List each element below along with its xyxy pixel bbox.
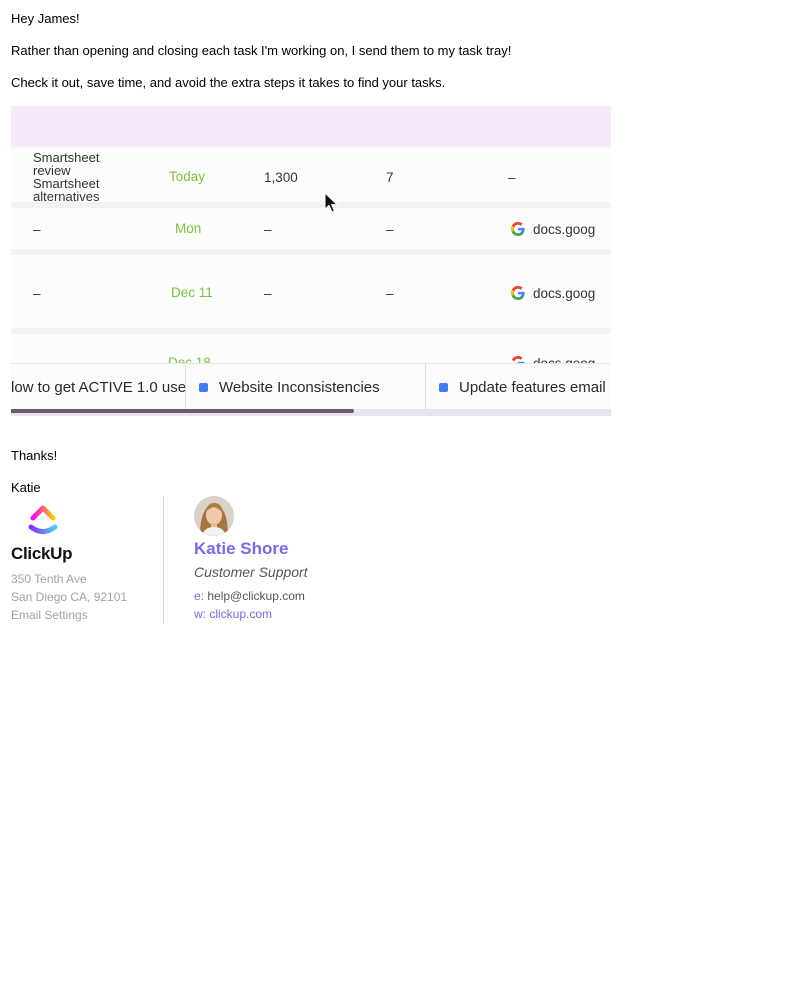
address-line-1: 350 Tenth Ave	[11, 572, 87, 586]
doc-cell: –	[508, 170, 516, 185]
tray-task[interactable]: Update features email	[439, 364, 611, 410]
tray-task-label: Update features email	[459, 378, 606, 396]
task-name: –	[33, 286, 41, 301]
tray-task[interactable]: Website Inconsistencies	[199, 364, 425, 410]
greeting: Hey James!	[11, 11, 80, 26]
signature-company-block: ClickUp 350 Tenth Ave San Diego CA, 9210…	[11, 496, 164, 624]
tray-task-label: Website Inconsistencies	[219, 378, 380, 396]
tray-divider	[185, 364, 186, 410]
tray-task[interactable]: low to get ACTIVE 1.0 use	[11, 364, 185, 410]
signature-email-line: e: help@clickup.com	[194, 589, 305, 603]
due-date: Dec 11	[171, 285, 213, 300]
tray-scrollbar-thumb[interactable]	[11, 409, 354, 413]
google-icon	[511, 286, 525, 300]
doc-link-label: docs.goog	[533, 285, 596, 301]
table-row	[11, 149, 611, 202]
thanks: Thanks!	[11, 448, 58, 463]
value-cell: –	[386, 222, 394, 237]
body-paragraph-2: Check it out, save time, and avoid the e…	[11, 75, 446, 90]
clickup-logo-icon	[28, 505, 58, 534]
task-status-icon	[439, 382, 448, 392]
value-cell: 1,300	[264, 170, 298, 185]
doc-link[interactable]: docs.goog	[510, 221, 600, 237]
email-key: e:	[194, 589, 205, 603]
doc-link-label: docs.goog	[533, 221, 596, 237]
task-status-icon	[199, 382, 208, 392]
signature-role: Customer Support	[194, 564, 308, 580]
value-cell: 7	[386, 170, 394, 185]
avatar	[194, 496, 234, 536]
tray-divider	[425, 364, 426, 410]
table-header	[11, 106, 611, 147]
address-line-2: San Diego CA, 92101	[11, 590, 128, 604]
email-value[interactable]: help@clickup.com	[207, 589, 305, 603]
sender-first-name: Katie	[11, 480, 41, 495]
task-tray-screenshot: Smartsheet review Smartsheet alternative…	[11, 106, 611, 416]
doc-link[interactable]: docs.goog	[510, 285, 600, 301]
due-date: Mon	[175, 221, 202, 236]
value-cell: –	[264, 222, 272, 237]
web-key: w:	[194, 607, 206, 621]
body-paragraph-1: Rather than opening and closing each tas…	[11, 43, 512, 58]
website-link[interactable]: clickup.com	[209, 607, 272, 621]
due-date: Today	[169, 169, 206, 184]
task-name: –	[33, 222, 41, 237]
value-cell: –	[386, 286, 394, 301]
mouse-cursor-icon	[324, 192, 338, 213]
company-logo-text: ClickUp	[11, 544, 73, 563]
task-name: Smartsheet review Smartsheet alternative…	[33, 150, 100, 204]
google-icon	[511, 222, 525, 236]
task-tray: low to get ACTIVE 1.0 use Website Incons…	[11, 363, 611, 410]
signature-web-line: w: clickup.com	[194, 607, 272, 621]
email-settings-link[interactable]: Email Settings	[11, 608, 88, 622]
signature-name: Katie Shore	[194, 539, 289, 558]
tray-task-label: low to get ACTIVE 1.0 use	[11, 378, 185, 396]
value-cell: –	[264, 286, 272, 301]
